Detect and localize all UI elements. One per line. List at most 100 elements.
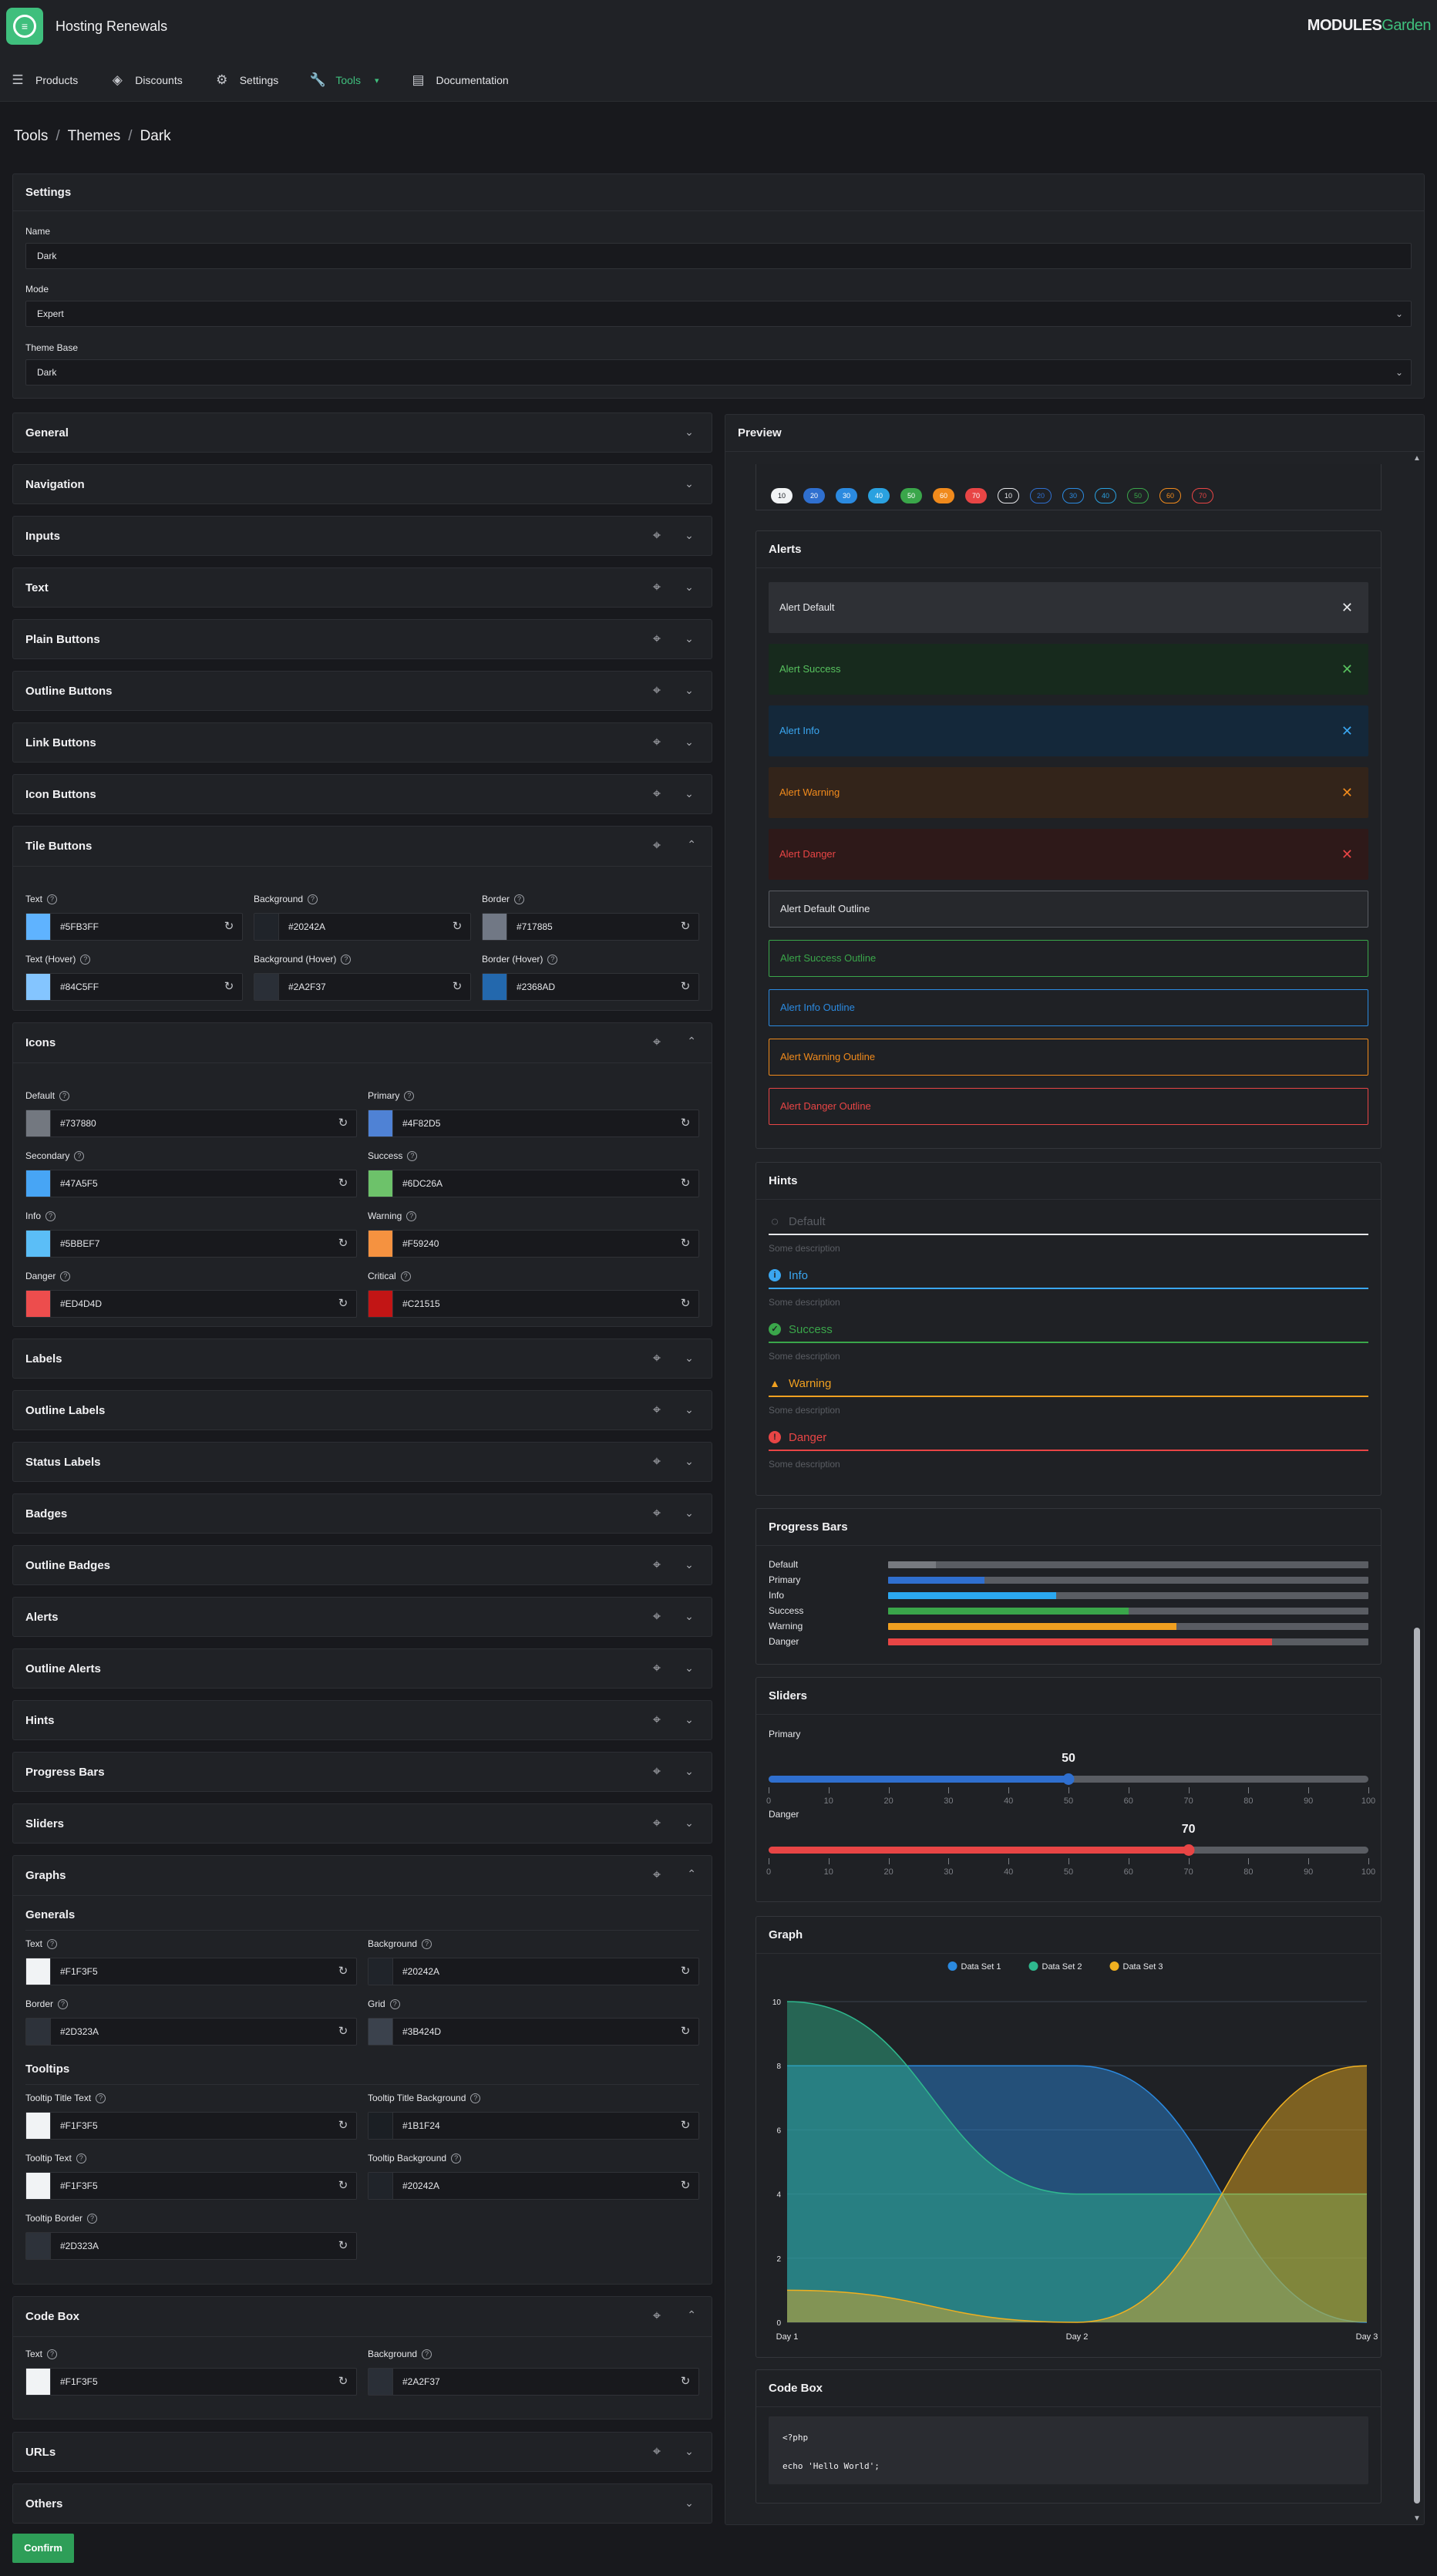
chevron-down-icon[interactable]: ⌄ [682,1712,696,1726]
chevron-down-icon[interactable]: ⌄ [682,425,696,439]
chevron-down-icon[interactable]: ⌄ [682,1661,696,1675]
target-icon[interactable]: ⌖ [648,733,665,750]
section-hints[interactable]: Hints ⌖ ⌄ [12,1700,712,1740]
section-labels[interactable]: Labels ⌖ ⌄ [12,1339,712,1379]
reset-icon[interactable]: ↻ [678,1237,692,1251]
target-icon[interactable]: ⌖ [648,1349,665,1366]
chevron-down-icon[interactable]: ⌄ [682,1816,696,1830]
confirm-button[interactable]: Confirm [12,2534,74,2563]
help-icon[interactable]: ? [74,1150,85,1161]
reset-icon[interactable]: ↻ [678,1297,692,1311]
color-input[interactable]: #F1F3F5 ↻ [25,2172,357,2200]
reset-icon[interactable]: ↻ [678,1177,692,1190]
color-swatch[interactable] [369,2113,393,2139]
color-input[interactable]: #20242A ↻ [254,913,471,941]
color-input[interactable]: #F1F3F5 ↻ [25,2368,357,2396]
section-others[interactable]: Others ⌄ [12,2483,712,2524]
color-input[interactable]: #737880 ↻ [25,1110,357,1137]
target-icon[interactable]: ⌖ [648,1763,665,1780]
section-link-buttons[interactable]: Link Buttons ⌖ ⌄ [12,722,712,763]
chevron-down-icon[interactable]: ⌄ [682,1609,696,1623]
help-icon[interactable]: ? [407,1150,418,1161]
color-input[interactable]: #F1F3F5 ↻ [25,2112,357,2140]
chevron-down-icon[interactable]: ⌄ [682,1764,696,1778]
help-icon[interactable]: ? [80,954,91,965]
close-icon[interactable]: ✕ [1341,829,1353,880]
target-icon[interactable]: ⌖ [648,785,665,802]
help-icon[interactable]: ? [58,1999,69,2009]
target-icon[interactable]: ⌖ [648,527,665,544]
target-icon[interactable]: ⌖ [648,1401,665,1418]
section-outline-buttons[interactable]: Outline Buttons ⌖ ⌄ [12,671,712,711]
color-swatch[interactable] [26,2369,51,2395]
close-icon[interactable]: ✕ [1341,582,1353,633]
help-icon[interactable]: ? [400,1271,411,1281]
slider[interactable]: Primary 50 0 10 20 30 40 50 60 70 80 90 100 [766,1729,1375,1806]
color-swatch[interactable] [369,1110,393,1136]
chevron-down-icon[interactable]: ⌄ [682,2496,696,2510]
color-swatch[interactable] [26,1958,51,1985]
target-icon[interactable]: ⌖ [648,2443,665,2460]
target-icon[interactable]: ⌖ [648,578,665,595]
help-icon[interactable]: ? [341,954,352,965]
color-swatch[interactable] [369,1291,393,1317]
slider-handle[interactable] [1062,1773,1075,1785]
reset-icon[interactable]: ↻ [336,2375,350,2389]
section-header[interactable]: Icons ⌖ ⌃ [13,1023,712,1063]
target-icon[interactable]: ⌖ [648,2307,665,2324]
name-input[interactable]: Dark [25,243,1412,269]
color-input[interactable]: #C21515 ↻ [368,1290,699,1318]
reset-icon[interactable]: ↻ [336,1965,350,1978]
color-input[interactable]: #2368AD ↻ [482,973,699,1001]
scrollbar-thumb[interactable] [1414,1628,1420,2504]
chevron-down-icon[interactable]: ⌄ [682,1351,696,1365]
color-swatch[interactable] [369,1170,393,1197]
color-input[interactable]: #84C5FF ↻ [25,973,243,1001]
help-icon[interactable]: ? [87,2213,98,2224]
color-swatch[interactable] [26,2173,51,2199]
color-input[interactable]: #2D323A ↻ [25,2018,357,2046]
theme-base-select[interactable]: Dark ⌄ [25,359,1412,386]
section-header[interactable]: Tile Buttons ⌖ ⌃ [13,827,712,867]
color-input[interactable]: #47A5F5 ↻ [25,1170,357,1197]
nav-item-tools[interactable]: 🔧 Tools ▾ [309,72,379,88]
color-input[interactable]: #F1F3F5 ↻ [25,1958,357,1985]
target-icon[interactable]: ⌖ [648,837,665,854]
section-header[interactable]: Code Box ⌖ ⌃ [13,2297,712,2337]
reset-icon[interactable]: ↻ [678,920,692,934]
chevron-up-icon[interactable]: ⌃ [687,1867,696,1881]
reset-icon[interactable]: ↻ [336,2239,350,2253]
color-swatch[interactable] [254,914,279,940]
target-icon[interactable]: ⌖ [648,1711,665,1728]
color-swatch[interactable] [26,1231,51,1257]
color-swatch[interactable] [26,2233,51,2259]
reset-icon[interactable]: ↻ [222,980,236,994]
chevron-down-icon[interactable]: ⌄ [682,631,696,645]
section-urls[interactable]: URLs ⌖ ⌄ [12,2432,712,2472]
reset-icon[interactable]: ↻ [678,980,692,994]
section-icon-buttons[interactable]: Icon Buttons ⌖ ⌄ [12,774,712,814]
help-icon[interactable]: ? [422,2349,432,2359]
color-input[interactable]: #2A2F37 ↻ [254,973,471,1001]
reset-icon[interactable]: ↻ [336,1177,350,1190]
section-text[interactable]: Text ⌖ ⌄ [12,567,712,608]
close-icon[interactable]: ✕ [1341,644,1353,695]
reset-icon[interactable]: ↻ [336,2119,350,2133]
target-icon[interactable]: ⌖ [648,1453,665,1470]
color-swatch[interactable] [369,2369,393,2395]
reset-icon[interactable]: ↻ [336,1237,350,1251]
color-swatch[interactable] [26,1170,51,1197]
mode-select[interactable]: Expert ⌄ [25,301,1412,327]
section-badges[interactable]: Badges ⌖ ⌄ [12,1493,712,1534]
section-inputs[interactable]: Inputs ⌖ ⌄ [12,516,712,556]
color-input[interactable]: #F59240 ↻ [368,1230,699,1258]
color-input[interactable]: #20242A ↻ [368,1958,699,1985]
color-input[interactable]: #1B1F24 ↻ [368,2112,699,2140]
help-icon[interactable]: ? [76,2153,86,2164]
breadcrumb-item[interactable]: Themes [68,128,121,144]
chevron-down-icon[interactable]: ⌄ [682,735,696,749]
target-icon[interactable]: ⌖ [648,1814,665,1831]
color-swatch[interactable] [26,974,51,1000]
help-icon[interactable]: ? [406,1211,417,1221]
color-swatch[interactable] [369,2173,393,2199]
